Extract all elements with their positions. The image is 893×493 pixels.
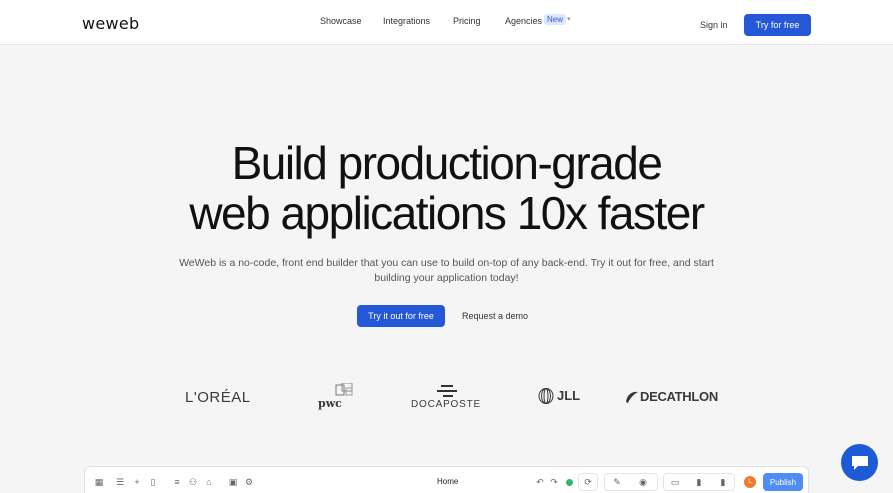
- publish-button[interactable]: Publish: [763, 473, 803, 491]
- user-avatar[interactable]: L: [744, 476, 756, 488]
- try-for-free-button[interactable]: Try for free: [744, 14, 811, 36]
- mode-switch: ✎ ◉: [604, 473, 658, 491]
- device-switch: ▭ ▮ ▮: [663, 473, 735, 491]
- chevron-down-icon[interactable]: ▾: [567, 15, 571, 23]
- nav-integrations-link[interactable]: Integrations: [383, 16, 430, 26]
- nav-showcase-link[interactable]: Showcase: [320, 16, 362, 26]
- users-icon[interactable]: ⚇: [188, 477, 198, 487]
- sync-icon: ⟳: [584, 477, 592, 487]
- redo-icon[interactable]: ↷: [549, 477, 559, 487]
- pwc-wordmark: pwc: [318, 397, 342, 410]
- hero-title: Build production-grade web applications …: [0, 138, 893, 238]
- nav-pricing-link[interactable]: Pricing: [453, 16, 481, 26]
- chat-icon: [851, 455, 868, 470]
- preview-eye-icon[interactable]: ◉: [638, 477, 648, 487]
- docaposte-mark-icon: [437, 385, 457, 397]
- current-page-label[interactable]: Home: [437, 477, 458, 486]
- tablet-icon[interactable]: ▮: [694, 477, 704, 487]
- pwc-mark-icon: [335, 383, 353, 396]
- decathlon-wordmark: DECATHLON: [640, 389, 718, 404]
- page-icon[interactable]: ▯: [148, 477, 158, 487]
- docaposte-logo: DOCAPOSTE: [411, 384, 483, 410]
- grid-icon[interactable]: ▦: [94, 477, 104, 487]
- database-icon[interactable]: ≡: [172, 477, 182, 487]
- gear-icon[interactable]: ⚙: [244, 477, 254, 487]
- try-it-out-button[interactable]: Try it out for free: [357, 305, 445, 327]
- pwc-logo: pwc: [318, 383, 358, 411]
- sync-button[interactable]: ⟳: [578, 473, 598, 491]
- undo-icon[interactable]: ↶: [535, 477, 545, 487]
- decathlon-mark-icon: [626, 391, 638, 403]
- image-icon[interactable]: ▣: [228, 477, 238, 487]
- jll-mark-icon: [538, 388, 554, 404]
- chat-button[interactable]: [841, 444, 878, 481]
- request-demo-link[interactable]: Request a demo: [462, 311, 528, 321]
- editor-toolbar: ▦ ☰ + ▯ ≡ ⚇ ⌂ ▣ ⚙ Home ↶ ↷ ⟳ ✎ ◉ ▭ ▮ ▮ L…: [84, 466, 809, 493]
- add-icon[interactable]: +: [132, 477, 142, 487]
- edit-mode-icon[interactable]: ✎: [612, 477, 622, 487]
- tree-icon[interactable]: ☰: [115, 477, 125, 487]
- loreal-logo: L'ORÉAL: [185, 389, 251, 406]
- hero-title-line-1: Build production-grade: [231, 137, 663, 189]
- hero-title-line-2: web applications 10x faster: [189, 187, 705, 239]
- docaposte-wordmark: DOCAPOSTE: [411, 399, 481, 410]
- saved-status-icon: [566, 479, 573, 486]
- top-nav: weweb Showcase Integrations Pricing Agen…: [0, 0, 893, 45]
- desktop-icon[interactable]: ▭: [670, 477, 680, 487]
- plugin-icon[interactable]: ⌂: [204, 477, 214, 487]
- sign-in-link[interactable]: Sign in: [700, 20, 728, 30]
- nav-agencies-link[interactable]: Agencies: [505, 16, 542, 26]
- jll-wordmark: JLL: [557, 388, 581, 403]
- mobile-icon[interactable]: ▮: [718, 477, 728, 487]
- new-badge: New: [544, 14, 567, 25]
- hero-subtitle: WeWeb is a no-code, front end builder th…: [179, 257, 714, 284]
